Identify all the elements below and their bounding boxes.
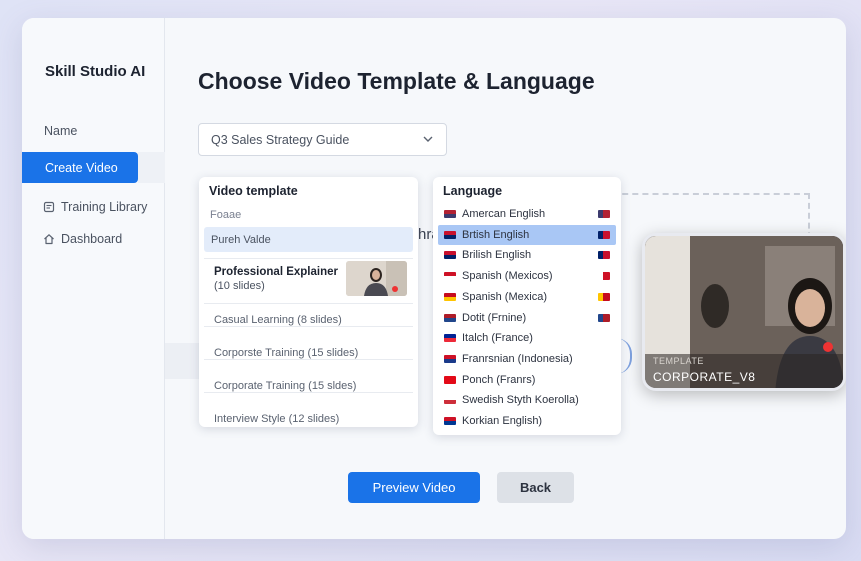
template-option-title: Professional Explainer	[214, 266, 338, 278]
language-option[interactable]: Spanish (Mexica)	[438, 287, 616, 307]
language-option-label: Spanish (Mexica)	[462, 290, 547, 303]
language-option-label: Swedish Styth Koerolla)	[462, 394, 579, 407]
flag-icon	[598, 210, 610, 218]
language-option-label: Brtish English	[462, 228, 530, 241]
sidebar-item-training-library[interactable]: Training Library	[22, 191, 165, 223]
flag-icon	[444, 230, 456, 239]
sidebar-item-label: Dashboard	[61, 232, 123, 246]
language-option-label: Amercan English	[462, 208, 546, 220]
template-thumbnail	[346, 261, 407, 296]
language-option-label: Spanish (Mexicos)	[462, 270, 553, 283]
sidebar: Skill Studio AI Name Create Video Traini…	[22, 18, 165, 539]
sidebar-item-dashboard[interactable]: Dashboard	[22, 223, 165, 255]
flag-icon	[444, 210, 456, 218]
flag-icon	[444, 251, 456, 260]
template-search-text[interactable]: Foaae	[210, 209, 241, 221]
language-option-label: Franrsnian (Indonesia)	[462, 352, 573, 365]
flag-icon	[598, 272, 610, 281]
language-heading: Language	[443, 184, 503, 198]
video-template-heading: Video template	[209, 184, 298, 198]
app-window: Skill Studio AI Name Create Video Traini…	[22, 18, 846, 539]
flag-icon	[444, 313, 456, 322]
flag-icon	[444, 417, 456, 425]
sidebar-item-label: Create Video	[45, 160, 118, 175]
language-option[interactable]: Korkian English)	[438, 411, 616, 431]
preview-tag: TEMPLATE	[653, 356, 704, 366]
template-option[interactable]: Interview Style (12 slides)	[214, 404, 339, 434]
divider	[204, 392, 413, 393]
guide-select[interactable]: Q3 Sales Strategy Guide	[198, 123, 447, 156]
language-option-label: Italch (France)	[462, 332, 533, 345]
language-option-label: Korkian English)	[462, 415, 543, 427]
language-option-label: Ponch (Franrs)	[462, 373, 536, 386]
sidebar-item-label: Training Library	[61, 200, 148, 214]
template-option-highlighted[interactable]: Pureh Valde	[204, 227, 413, 252]
preview-video-button[interactable]: Preview Video	[348, 472, 480, 503]
sidebar-item-create-video[interactable]: Create Video	[22, 152, 138, 183]
app-title: Skill Studio AI	[45, 63, 146, 80]
sidebar-item-name[interactable]: Name	[22, 115, 165, 147]
chevron-down-icon	[422, 133, 434, 145]
language-option[interactable]: Italch (France)	[438, 328, 616, 348]
language-option-label: Brilish English	[462, 249, 532, 262]
template-option[interactable]: Corporste Training (15 slides)	[214, 338, 358, 368]
language-dropdown: Language Amercan English Brtish English Br…	[433, 177, 621, 435]
language-option[interactable]: Swedish Styth Koerolla)	[438, 390, 616, 410]
page-title: Choose Video Template & Language	[198, 68, 595, 94]
flag-icon	[598, 292, 610, 301]
preview-template-name: CORPORATE_V8	[653, 370, 756, 384]
sidebar-item-label: Name	[44, 124, 78, 138]
flag-icon	[444, 292, 456, 301]
flag-icon	[444, 396, 456, 405]
language-option-label: Dotit (Frnine)	[462, 311, 527, 324]
sidebar-active-strip	[138, 152, 165, 183]
language-option[interactable]: Brilish English	[438, 245, 616, 265]
template-preview-card[interactable]: TEMPLATE CORPORATE_V8	[642, 233, 846, 391]
template-option-subtitle: (10 slides)	[214, 280, 265, 292]
flag-icon	[444, 272, 456, 281]
flag-icon	[444, 334, 456, 343]
flag-icon	[444, 354, 456, 363]
template-option[interactable]: Casual Learning (8 slides)	[214, 305, 342, 335]
home-icon	[42, 233, 55, 246]
language-option[interactable]: Ponch (Franrs)	[438, 370, 616, 390]
guide-select-value: Q3 Sales Strategy Guide	[211, 132, 350, 147]
language-option[interactable]: Franrsnian (Indonesia)	[438, 349, 616, 369]
divider	[204, 326, 413, 327]
divider	[204, 258, 413, 259]
flag-icon	[444, 375, 456, 384]
divider	[204, 359, 413, 360]
divider	[204, 303, 413, 304]
back-button[interactable]: Back	[497, 472, 574, 503]
language-option[interactable]: Dotit (Frnine)	[438, 308, 616, 328]
book-icon	[42, 201, 55, 214]
language-option[interactable]: Amercan English	[438, 204, 616, 224]
language-option[interactable]: Brtish English	[438, 224, 616, 245]
flag-icon	[598, 313, 610, 322]
presenter-image	[645, 236, 843, 388]
template-option[interactable]: Corporate Training (15 sldes)	[214, 371, 356, 401]
language-option[interactable]: Spanish (Mexicos)	[438, 266, 616, 286]
flag-icon	[598, 230, 610, 239]
template-option-label: Pureh Valde	[211, 233, 271, 246]
video-template-dropdown: Video template Foaae Pureh Valde Profess…	[199, 177, 418, 427]
flag-icon	[598, 251, 610, 260]
